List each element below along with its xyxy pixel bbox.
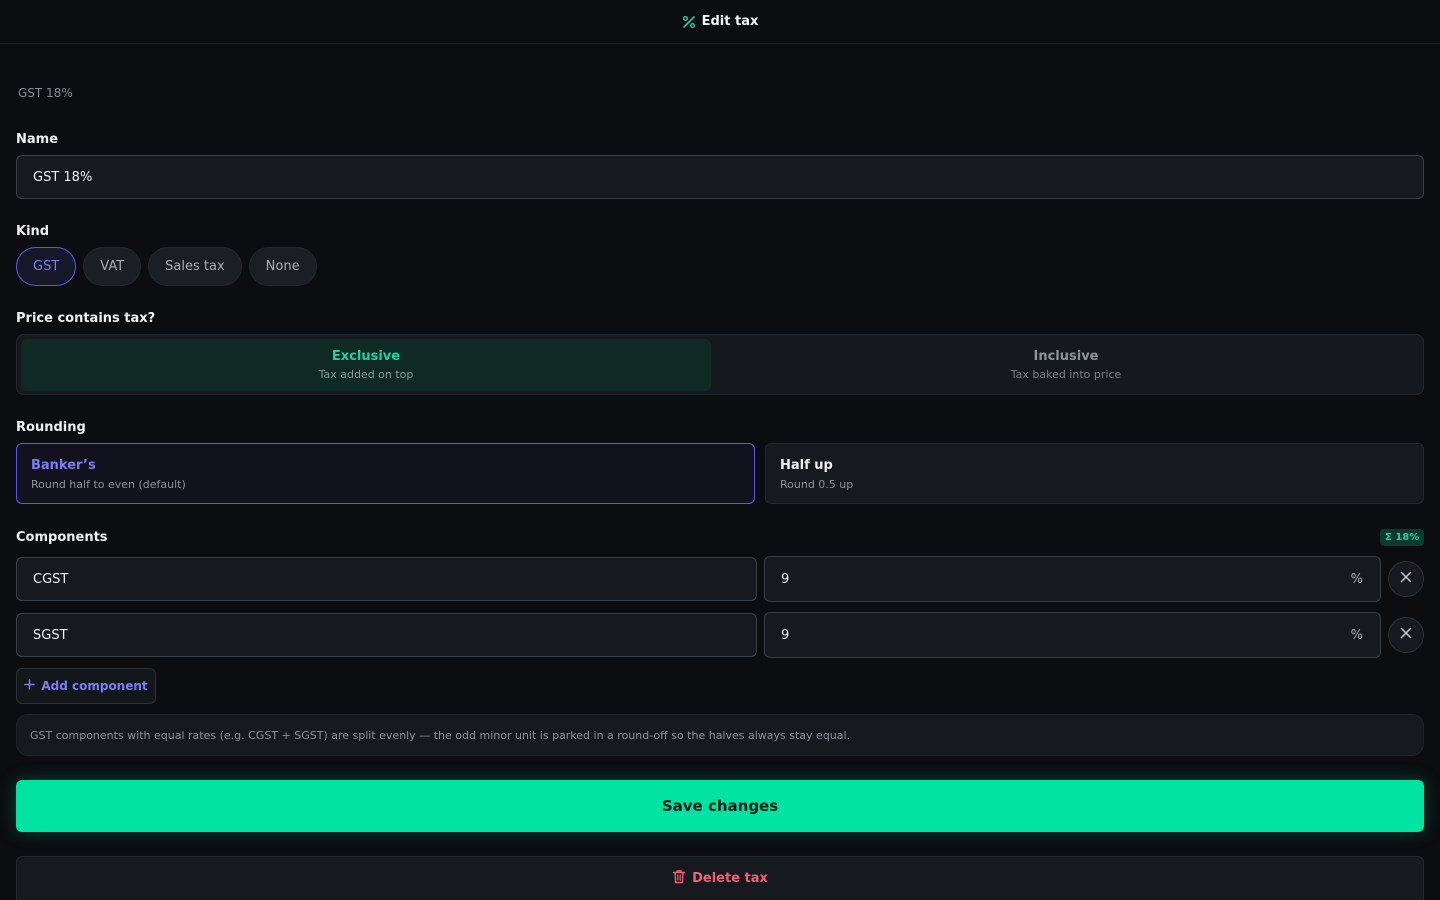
component-name-input[interactable]: SGST (16, 613, 757, 657)
rounding-bankers-subtitle: Round half to even (default) (31, 478, 186, 491)
trash-icon (672, 869, 686, 888)
price-mode-inclusive-subtitle: Tax baked into price (1010, 368, 1122, 381)
remove-component-button[interactable] (1388, 561, 1424, 597)
price-mode-exclusive[interactable]: Exclusive Tax added on top (21, 339, 711, 391)
component-name-value: CGST (33, 571, 69, 587)
component-name-value: SGST (33, 627, 68, 643)
price-mode-label: Price contains tax? (16, 311, 156, 326)
name-input[interactable]: GST 18% (16, 155, 1424, 199)
info-note: GST components with equal rates (e.g. CG… (16, 714, 1424, 756)
percent-unit: % (1350, 627, 1363, 643)
rounding-option-half-up[interactable]: Half up Round 0.5 up (765, 443, 1424, 504)
save-button-label: Save changes (661, 797, 779, 815)
kind-label: Kind (16, 224, 50, 239)
component-name-input[interactable]: CGST (16, 557, 757, 601)
price-mode-inclusive[interactable]: Inclusive Tax baked into price (715, 339, 1417, 391)
component-rate-input[interactable]: 9 % (764, 612, 1381, 658)
plus-icon (24, 679, 36, 693)
percent-icon (682, 15, 696, 29)
component-rate-input[interactable]: 9 % (764, 556, 1381, 602)
kind-chip-sales-tax[interactable]: Sales tax (148, 247, 242, 286)
save-button[interactable]: Save changes (16, 780, 1424, 832)
kind-chip-gst[interactable]: GST (16, 247, 77, 286)
rounding-half-up-subtitle: Round 0.5 up (780, 478, 854, 491)
name-input-value: GST 18% (33, 169, 93, 185)
components-total-badge: Σ 18% (1380, 529, 1425, 546)
rounding-half-up-title: Half up (780, 458, 833, 473)
price-mode-toggle: Exclusive Tax added on top Inclusive Tax… (16, 334, 1424, 395)
delete-tax-button[interactable]: Delete tax (16, 856, 1424, 900)
breadcrumb: GST 18% (18, 86, 73, 100)
percent-unit: % (1350, 571, 1363, 587)
add-component-button[interactable]: Add component (16, 668, 156, 704)
rounding-bankers-title: Banker’s (31, 458, 96, 473)
page-title: Edit tax (701, 14, 759, 29)
price-mode-inclusive-title: Inclusive (1033, 349, 1099, 364)
components-label: Components (16, 530, 108, 545)
delete-tax-label: Delete tax (692, 871, 768, 886)
price-mode-exclusive-title: Exclusive (331, 349, 401, 364)
close-icon (1400, 571, 1412, 587)
remove-component-button[interactable] (1388, 617, 1424, 653)
component-rate-value: 9 (781, 571, 790, 587)
kind-chip-none[interactable]: None (248, 247, 317, 286)
kind-chip-vat[interactable]: VAT (83, 247, 142, 286)
rounding-label: Rounding (16, 420, 86, 435)
component-rate-value: 9 (781, 627, 790, 643)
add-component-label: Add component (41, 679, 148, 693)
kind-chip-group: GST VAT Sales tax None (16, 247, 317, 286)
top-bar: Edit tax (0, 0, 1440, 44)
name-label: Name (16, 132, 59, 147)
rounding-option-bankers[interactable]: Banker’s Round half to even (default) (16, 443, 755, 504)
close-icon (1400, 627, 1412, 643)
price-mode-exclusive-subtitle: Tax added on top (318, 368, 414, 381)
